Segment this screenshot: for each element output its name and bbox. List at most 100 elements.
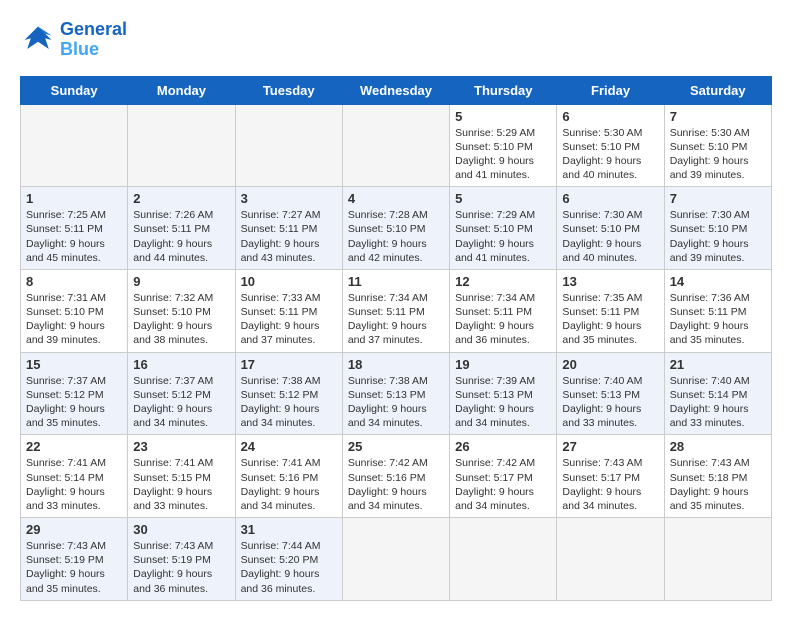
calendar-cell — [342, 104, 449, 187]
calendar-cell — [450, 518, 557, 601]
day-info: Sunrise: 5:30 AM Sunset: 5:10 PM Dayligh… — [670, 126, 766, 183]
day-info: Sunrise: 7:29 AM Sunset: 5:10 PM Dayligh… — [455, 208, 551, 265]
day-number: 13 — [562, 274, 658, 289]
day-number: 1 — [26, 191, 122, 206]
page-header: General Blue — [20, 20, 772, 60]
calendar-cell — [235, 104, 342, 187]
day-info: Sunrise: 7:38 AM Sunset: 5:12 PM Dayligh… — [241, 374, 337, 431]
day-number: 5 — [455, 191, 551, 206]
calendar-cell: 29 Sunrise: 7:43 AM Sunset: 5:19 PM Dayl… — [21, 518, 128, 601]
day-info: Sunrise: 7:41 AM Sunset: 5:15 PM Dayligh… — [133, 456, 229, 513]
day-info: Sunrise: 7:37 AM Sunset: 5:12 PM Dayligh… — [26, 374, 122, 431]
day-info: Sunrise: 7:32 AM Sunset: 5:10 PM Dayligh… — [133, 291, 229, 348]
calendar-cell: 27 Sunrise: 7:43 AM Sunset: 5:17 PM Dayl… — [557, 435, 664, 518]
day-number: 18 — [348, 357, 444, 372]
day-number: 19 — [455, 357, 551, 372]
day-number: 11 — [348, 274, 444, 289]
day-info: Sunrise: 5:30 AM Sunset: 5:10 PM Dayligh… — [562, 126, 658, 183]
calendar-cell: 31 Sunrise: 7:44 AM Sunset: 5:20 PM Dayl… — [235, 518, 342, 601]
day-info: Sunrise: 7:34 AM Sunset: 5:11 PM Dayligh… — [348, 291, 444, 348]
day-number: 29 — [26, 522, 122, 537]
day-info: Sunrise: 7:40 AM Sunset: 5:13 PM Dayligh… — [562, 374, 658, 431]
day-number: 31 — [241, 522, 337, 537]
day-number: 5 — [455, 109, 551, 124]
day-number: 17 — [241, 357, 337, 372]
day-info: Sunrise: 7:39 AM Sunset: 5:13 PM Dayligh… — [455, 374, 551, 431]
day-number: 16 — [133, 357, 229, 372]
day-info: Sunrise: 7:42 AM Sunset: 5:17 PM Dayligh… — [455, 456, 551, 513]
calendar-cell — [342, 518, 449, 601]
calendar-cell: 6 Sunrise: 5:30 AM Sunset: 5:10 PM Dayli… — [557, 104, 664, 187]
calendar-table: SundayMondayTuesdayWednesdayThursdayFrid… — [20, 76, 772, 601]
day-info: Sunrise: 7:27 AM Sunset: 5:11 PM Dayligh… — [241, 208, 337, 265]
calendar-cell: 25 Sunrise: 7:42 AM Sunset: 5:16 PM Dayl… — [342, 435, 449, 518]
calendar-cell: 20 Sunrise: 7:40 AM Sunset: 5:13 PM Dayl… — [557, 352, 664, 435]
calendar-cell: 18 Sunrise: 7:38 AM Sunset: 5:13 PM Dayl… — [342, 352, 449, 435]
calendar-cell: 3 Sunrise: 7:27 AM Sunset: 5:11 PM Dayli… — [235, 187, 342, 270]
day-info: Sunrise: 7:26 AM Sunset: 5:11 PM Dayligh… — [133, 208, 229, 265]
day-number: 8 — [26, 274, 122, 289]
day-info: Sunrise: 7:43 AM Sunset: 5:19 PM Dayligh… — [133, 539, 229, 596]
day-info: Sunrise: 7:43 AM Sunset: 5:17 PM Dayligh… — [562, 456, 658, 513]
day-of-week-header: Thursday — [450, 76, 557, 104]
calendar-cell — [557, 518, 664, 601]
day-number: 10 — [241, 274, 337, 289]
calendar-cell: 7 Sunrise: 7:30 AM Sunset: 5:10 PM Dayli… — [664, 187, 771, 270]
day-info: Sunrise: 5:29 AM Sunset: 5:10 PM Dayligh… — [455, 126, 551, 183]
day-number: 15 — [26, 357, 122, 372]
day-number: 6 — [562, 191, 658, 206]
calendar-cell: 30 Sunrise: 7:43 AM Sunset: 5:19 PM Dayl… — [128, 518, 235, 601]
day-info: Sunrise: 7:40 AM Sunset: 5:14 PM Dayligh… — [670, 374, 766, 431]
day-info: Sunrise: 7:31 AM Sunset: 5:10 PM Dayligh… — [26, 291, 122, 348]
day-number: 9 — [133, 274, 229, 289]
calendar-cell: 13 Sunrise: 7:35 AM Sunset: 5:11 PM Dayl… — [557, 269, 664, 352]
day-number: 30 — [133, 522, 229, 537]
calendar-cell: 7 Sunrise: 5:30 AM Sunset: 5:10 PM Dayli… — [664, 104, 771, 187]
day-number: 6 — [562, 109, 658, 124]
calendar-cell — [664, 518, 771, 601]
calendar-cell: 4 Sunrise: 7:28 AM Sunset: 5:10 PM Dayli… — [342, 187, 449, 270]
day-of-week-header: Friday — [557, 76, 664, 104]
calendar-cell: 1 Sunrise: 7:25 AM Sunset: 5:11 PM Dayli… — [21, 187, 128, 270]
calendar-cell: 9 Sunrise: 7:32 AM Sunset: 5:10 PM Dayli… — [128, 269, 235, 352]
logo-icon — [20, 22, 56, 58]
day-number: 7 — [670, 191, 766, 206]
day-info: Sunrise: 7:42 AM Sunset: 5:16 PM Dayligh… — [348, 456, 444, 513]
calendar-cell: 6 Sunrise: 7:30 AM Sunset: 5:10 PM Dayli… — [557, 187, 664, 270]
day-number: 23 — [133, 439, 229, 454]
calendar-cell: 17 Sunrise: 7:38 AM Sunset: 5:12 PM Dayl… — [235, 352, 342, 435]
calendar-cell: 28 Sunrise: 7:43 AM Sunset: 5:18 PM Dayl… — [664, 435, 771, 518]
day-info: Sunrise: 7:44 AM Sunset: 5:20 PM Dayligh… — [241, 539, 337, 596]
calendar-cell: 14 Sunrise: 7:36 AM Sunset: 5:11 PM Dayl… — [664, 269, 771, 352]
calendar-cell: 5 Sunrise: 7:29 AM Sunset: 5:10 PM Dayli… — [450, 187, 557, 270]
calendar-cell: 10 Sunrise: 7:33 AM Sunset: 5:11 PM Dayl… — [235, 269, 342, 352]
day-of-week-header: Tuesday — [235, 76, 342, 104]
day-info: Sunrise: 7:25 AM Sunset: 5:11 PM Dayligh… — [26, 208, 122, 265]
calendar-cell: 16 Sunrise: 7:37 AM Sunset: 5:12 PM Dayl… — [128, 352, 235, 435]
calendar-cell: 12 Sunrise: 7:34 AM Sunset: 5:11 PM Dayl… — [450, 269, 557, 352]
day-number: 27 — [562, 439, 658, 454]
day-info: Sunrise: 7:37 AM Sunset: 5:12 PM Dayligh… — [133, 374, 229, 431]
calendar-cell: 24 Sunrise: 7:41 AM Sunset: 5:16 PM Dayl… — [235, 435, 342, 518]
day-number: 24 — [241, 439, 337, 454]
calendar-cell: 23 Sunrise: 7:41 AM Sunset: 5:15 PM Dayl… — [128, 435, 235, 518]
day-number: 28 — [670, 439, 766, 454]
calendar-cell — [21, 104, 128, 187]
day-info: Sunrise: 7:30 AM Sunset: 5:10 PM Dayligh… — [670, 208, 766, 265]
calendar-cell: 21 Sunrise: 7:40 AM Sunset: 5:14 PM Dayl… — [664, 352, 771, 435]
day-number: 21 — [670, 357, 766, 372]
logo: General Blue — [20, 20, 127, 60]
calendar-cell: 5 Sunrise: 5:29 AM Sunset: 5:10 PM Dayli… — [450, 104, 557, 187]
calendar-cell — [128, 104, 235, 187]
calendar-cell: 26 Sunrise: 7:42 AM Sunset: 5:17 PM Dayl… — [450, 435, 557, 518]
day-number: 4 — [348, 191, 444, 206]
day-info: Sunrise: 7:36 AM Sunset: 5:11 PM Dayligh… — [670, 291, 766, 348]
day-of-week-header: Saturday — [664, 76, 771, 104]
day-number: 26 — [455, 439, 551, 454]
day-info: Sunrise: 7:41 AM Sunset: 5:14 PM Dayligh… — [26, 456, 122, 513]
day-info: Sunrise: 7:43 AM Sunset: 5:19 PM Dayligh… — [26, 539, 122, 596]
calendar-cell: 22 Sunrise: 7:41 AM Sunset: 5:14 PM Dayl… — [21, 435, 128, 518]
day-info: Sunrise: 7:33 AM Sunset: 5:11 PM Dayligh… — [241, 291, 337, 348]
day-number: 12 — [455, 274, 551, 289]
calendar-cell: 11 Sunrise: 7:34 AM Sunset: 5:11 PM Dayl… — [342, 269, 449, 352]
